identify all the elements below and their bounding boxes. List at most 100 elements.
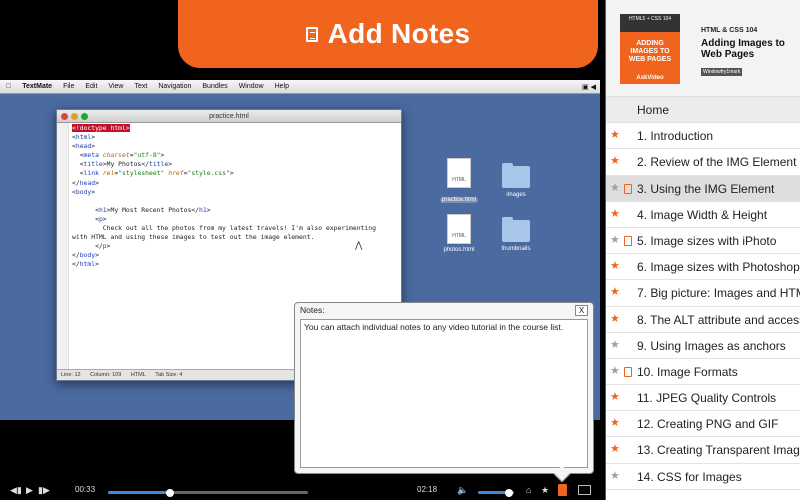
lesson-label: 3. Using the IMG Element <box>637 181 775 196</box>
lesson-item[interactable]: ★ 5. Image sizes with iPhoto <box>606 228 800 255</box>
code-line: </p> <box>72 242 111 251</box>
star-icon[interactable]: ★ <box>610 339 620 352</box>
star-icon[interactable]: ★ <box>610 208 620 221</box>
elapsed-time: 00:33 <box>75 485 96 494</box>
home-icon[interactable]: ⌂ <box>526 485 531 495</box>
lesson-label: 1. Introduction <box>637 129 714 144</box>
code-line: <h1>My Most Recent Photos</h1> <box>72 205 211 214</box>
add-notes-banner: Add Notes <box>178 0 598 68</box>
star-icon[interactable]: ★ <box>610 260 620 273</box>
code-line: <meta charset="utf-8"> <box>72 151 165 160</box>
star-icon[interactable]: ★ <box>610 286 620 299</box>
menu-navigation: Navigation <box>153 83 191 90</box>
video-player[interactable]:  TextMate File Edit View Text Navigatio… <box>0 0 605 500</box>
lesson-label: 14. CSS for Images <box>637 469 742 484</box>
star-icon[interactable]: ★ <box>610 129 620 142</box>
lesson-item[interactable]: ★ 1. Introduction <box>606 123 800 150</box>
zoom-window-icon <box>81 113 88 120</box>
html-file-icon: HTML <box>447 158 471 188</box>
text-cursor-icon: ⋀ <box>355 240 363 250</box>
status-tabsize: Tab Size: 4 <box>155 372 183 378</box>
code-line: </body> <box>72 251 99 260</box>
progress-scrubber[interactable] <box>166 488 174 497</box>
volume-knob[interactable] <box>504 488 513 497</box>
lesson-item[interactable]: ★ 2. Review of the IMG Element <box>606 149 800 176</box>
lesson-label: 5. Image sizes with iPhoto <box>637 233 777 248</box>
editor-titlebar: practice.html <box>57 110 401 123</box>
desktop-icon-label: images <box>506 192 526 198</box>
course-code: HTML & CSS 104 <box>701 27 758 34</box>
notes-popup: Notes: X You can attach individual notes… <box>294 302 594 483</box>
code-area: <!doctype html> <html> <head> <meta charse… <box>72 124 399 270</box>
star-icon[interactable]: ★ <box>610 155 620 168</box>
progress-track[interactable] <box>108 491 308 494</box>
play-icon[interactable]: ▶ <box>26 485 33 495</box>
star-icon[interactable]: ★ <box>541 485 549 495</box>
html-file-icon: HTML <box>447 214 471 244</box>
course-name: Adding Images to Web Pages <box>701 38 785 60</box>
code-line: </head> <box>72 178 99 187</box>
course-cover: HTML5 + CSS 104 ADDING IMAGES TO WEB PAG… <box>620 14 680 84</box>
lesson-item[interactable]: ★ 9. Using Images as anchors <box>606 333 800 359</box>
editor-title: practice.html <box>209 113 249 120</box>
volume-icon[interactable]: 🔈 <box>457 485 468 495</box>
close-window-icon <box>61 113 68 120</box>
desktop-icon-label: thumbnails <box>501 246 531 252</box>
note-icon <box>624 366 632 377</box>
menu-text: Text <box>129 83 147 90</box>
lesson-item[interactable]: ★ 4. Image Width & Height <box>606 202 800 228</box>
lesson-home[interactable]: Home <box>606 97 800 124</box>
lesson-item[interactable]: ★ 14. CSS for Images <box>606 464 800 490</box>
note-icon <box>624 183 632 194</box>
star-icon[interactable]: ★ <box>610 365 620 378</box>
lesson-item[interactable]: ★ 10. Image Formats <box>606 359 800 386</box>
code-line: with HTML and using these images to test… <box>72 233 315 242</box>
lesson-item[interactable]: ★ 6. Image sizes with Photoshop <box>606 254 800 281</box>
lesson-label: Home <box>637 103 670 117</box>
notes-toggle-icon[interactable] <box>558 484 567 496</box>
lesson-item[interactable]: ★ 7. Big picture: Images and HTM <box>606 280 800 307</box>
desktop-icon-thumbnails: thumbnails <box>486 216 546 252</box>
star-icon[interactable]: ★ <box>610 470 620 483</box>
lesson-label: 7. Big picture: Images and HTM <box>637 286 800 301</box>
status-line: Line: 12 <box>61 372 81 378</box>
lesson-list: Home ★ 1. Introduction ★ 2. Review of the IM… <box>606 97 800 490</box>
star-icon[interactable]: ★ <box>610 391 620 404</box>
folder-icon <box>502 217 530 242</box>
menu-file: File <box>57 83 74 90</box>
lesson-item[interactable]: ★ 3. Using the IMG Element <box>606 175 800 202</box>
banner-title: Add Notes <box>327 18 471 49</box>
star-icon[interactable]: ★ <box>610 234 620 247</box>
code-line: <head> <box>72 142 96 151</box>
desktop-icon-images: images <box>486 162 546 198</box>
lesson-item[interactable]: ★ 13. Creating Transparent Image <box>606 437 800 464</box>
star-icon[interactable]: ★ <box>610 417 620 430</box>
code-line: </html> <box>72 260 99 269</box>
lesson-label: 13. Creating Transparent Image <box>637 443 800 458</box>
status-language: HTML <box>130 372 146 378</box>
lesson-label: 2. Review of the IMG Element <box>637 155 797 170</box>
lesson-item[interactable]: ★ 11. JPEG Quality Controls <box>606 385 800 412</box>
star-icon[interactable]: ★ <box>610 443 620 456</box>
menu-window: Window <box>233 83 264 90</box>
notes-textarea[interactable]: You can attach individual notes to any v… <box>300 319 588 468</box>
menu-edit: Edit <box>80 83 97 90</box>
lesson-item[interactable]: ★ 12. Creating PNG and GIF <box>606 411 800 438</box>
desktop-icon-label: practice.html <box>439 197 478 203</box>
star-icon[interactable]: ★ <box>610 182 620 195</box>
notes-close-button[interactable]: X <box>575 305 588 316</box>
fullscreen-icon[interactable] <box>578 485 591 495</box>
menu-bundles: Bundles <box>197 83 227 90</box>
duration-time: 02:18 <box>417 485 438 494</box>
code-line: <body> <box>72 187 96 196</box>
code-line: <link rel="stylesheet" href="style.css"> <box>72 169 234 178</box>
editor-gutter <box>57 123 69 369</box>
star-icon[interactable]: ★ <box>610 313 620 326</box>
lesson-item[interactable]: ★ 8. The ALT attribute and access <box>606 307 800 333</box>
lesson-label: 4. Image Width & Height <box>637 207 768 222</box>
code-line: <title>My Photos</title> <box>72 160 173 169</box>
skip-back-icon[interactable]: ◀▮ <box>10 485 22 495</box>
menu-textmate: TextMate <box>17 83 52 90</box>
desktop-icon-photos-html: HTML photos.html <box>429 214 489 253</box>
skip-forward-icon[interactable]: ▮▶ <box>38 485 50 495</box>
